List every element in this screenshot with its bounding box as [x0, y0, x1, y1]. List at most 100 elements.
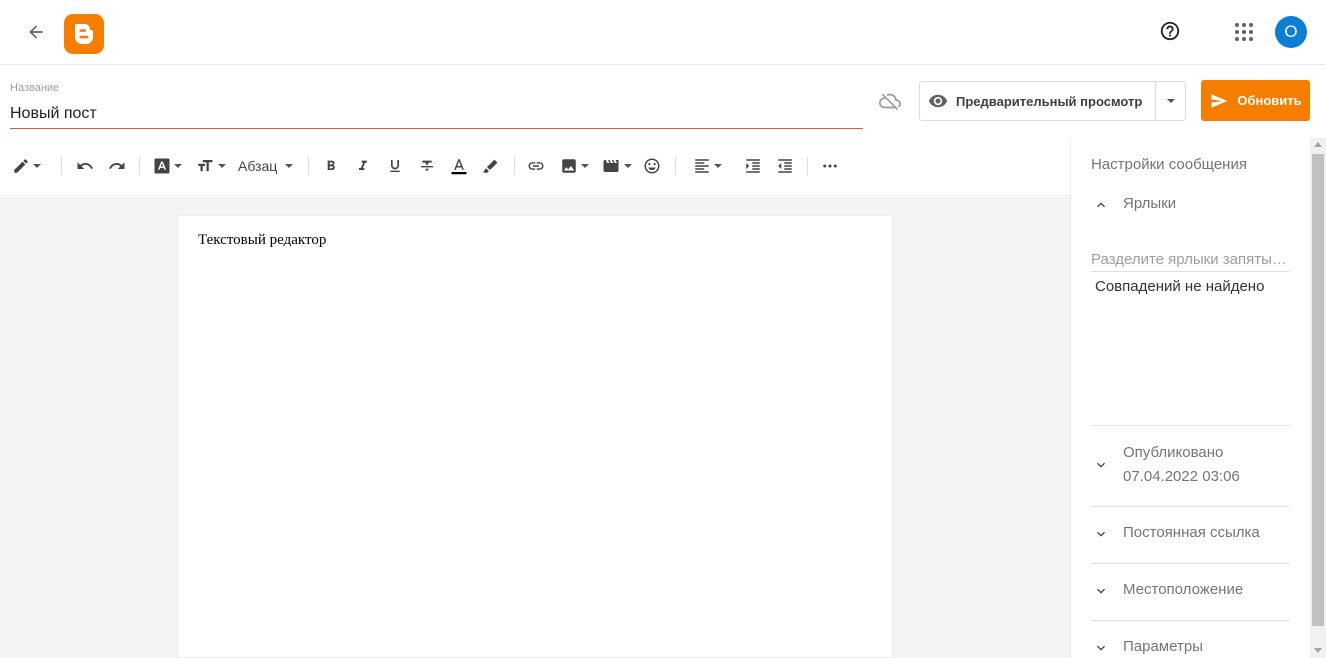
preview-button[interactable]: Предварительный просмотр	[920, 82, 1155, 120]
options-section-header[interactable]: Параметры	[1091, 638, 1290, 658]
emoji-icon	[644, 158, 660, 174]
post-title-label: Название	[10, 82, 60, 94]
post-settings-sidebar: Настройки сообщения Ярлыки Совпадений не…	[1070, 138, 1310, 658]
outdent-icon	[778, 159, 792, 173]
scroll-down-arrow-icon[interactable]	[1314, 648, 1322, 653]
video-icon	[603, 160, 619, 172]
scroll-up-arrow-icon[interactable]	[1314, 142, 1322, 147]
toolbar-divider	[675, 157, 676, 175]
outdent-button[interactable]	[776, 152, 794, 180]
more-options-button[interactable]	[821, 152, 839, 180]
redo-button[interactable]	[108, 152, 126, 180]
undo-button[interactable]	[76, 152, 94, 180]
send-icon	[1211, 93, 1228, 108]
align-button[interactable]	[693, 152, 722, 180]
redo-icon	[109, 162, 125, 169]
editor-toolbar: Абзац	[0, 138, 1070, 196]
cloud-off-icon	[876, 88, 904, 114]
section-divider	[1091, 425, 1290, 426]
font-button[interactable]	[153, 152, 182, 180]
published-section-text: Опубликовано 07.04.2022 03:06	[1123, 441, 1240, 489]
help-button[interactable]	[1154, 15, 1186, 47]
permalink-section-header[interactable]: Постоянная ссылка	[1091, 524, 1290, 544]
bold-icon	[327, 160, 335, 170]
section-divider	[1091, 563, 1290, 564]
blogger-logo[interactable]	[64, 14, 104, 54]
labels-section-header[interactable]: Ярлыки	[1091, 195, 1290, 215]
post-title-input[interactable]	[10, 102, 863, 126]
preview-label: Предварительный просмотр	[956, 93, 1143, 109]
published-datetime: 07.04.2022 03:06	[1123, 468, 1240, 485]
chevron-up-icon	[1091, 195, 1111, 215]
insert-emoji-button[interactable]	[643, 152, 661, 180]
text-color-button[interactable]	[450, 152, 468, 180]
highlight-icon	[483, 159, 498, 173]
labels-no-match-text: Совпадений не найдено	[1095, 278, 1265, 295]
compose-mode-button[interactable]	[12, 152, 41, 180]
caret-down-icon	[33, 164, 41, 168]
top-bar: O	[0, 0, 1326, 65]
preview-button-group: Предварительный просмотр	[919, 81, 1186, 121]
section-divider	[1091, 506, 1290, 507]
insert-image-button[interactable]	[560, 152, 589, 180]
highlight-button[interactable]	[482, 152, 500, 180]
align-left-icon	[695, 159, 709, 173]
account-avatar[interactable]: O	[1275, 16, 1307, 48]
apps-grid-icon	[1235, 23, 1253, 41]
sidebar-scrollbar-thumb[interactable]	[1312, 154, 1324, 626]
paragraph-style-button[interactable]: Абзац	[238, 152, 294, 180]
editor-content[interactable]: Текстовый редактор	[198, 232, 326, 249]
post-title-field: Название	[10, 80, 863, 129]
more-horiz-icon	[823, 164, 837, 168]
paragraph-style-label: Абзац	[238, 158, 278, 174]
pencil-icon	[14, 159, 28, 173]
toolbar-divider	[807, 157, 808, 175]
update-button[interactable]: Обновить	[1201, 80, 1310, 121]
chevron-down-icon	[1091, 638, 1111, 658]
italic-icon	[359, 160, 367, 170]
published-label: Опубликовано	[1123, 444, 1224, 461]
font-size-button[interactable]	[195, 152, 226, 180]
toolbar-divider	[514, 157, 515, 175]
options-label: Параметры	[1123, 638, 1203, 655]
chevron-down-icon	[1091, 524, 1111, 544]
apps-button[interactable]	[1228, 16, 1260, 48]
published-section-header[interactable]: Опубликовано 07.04.2022 03:06	[1091, 441, 1290, 489]
location-label: Местоположение	[1123, 581, 1244, 598]
bold-button[interactable]	[323, 152, 339, 180]
underline-button[interactable]	[387, 152, 403, 180]
strikethrough-button[interactable]	[419, 152, 435, 180]
link-icon	[528, 162, 544, 170]
editor-page[interactable]: Текстовый редактор	[177, 215, 893, 658]
chevron-down-icon	[1091, 455, 1111, 475]
chevron-down-icon	[1091, 581, 1111, 601]
font-size-icon	[198, 160, 213, 172]
caret-down-icon	[714, 164, 722, 168]
arrow-back-icon	[29, 25, 43, 39]
section-divider	[1091, 620, 1290, 621]
insert-video-button[interactable]	[601, 152, 632, 180]
caret-down-icon	[285, 164, 294, 168]
caret-down-icon	[1166, 99, 1175, 103]
font-icon	[154, 158, 170, 174]
toolbar-divider	[61, 157, 62, 175]
text-color-icon	[451, 159, 467, 175]
caret-down-icon	[174, 164, 182, 168]
labels-input[interactable]	[1091, 248, 1290, 272]
post-settings-title: Настройки сообщения	[1091, 156, 1247, 173]
italic-button[interactable]	[355, 152, 371, 180]
indent-button[interactable]	[744, 152, 762, 180]
help-icon	[1160, 21, 1180, 41]
caret-down-icon	[624, 164, 632, 168]
strikethrough-icon	[421, 160, 433, 171]
preview-dropdown-button[interactable]	[1155, 82, 1185, 120]
labels-section-label: Ярлыки	[1123, 195, 1177, 212]
back-button[interactable]	[20, 16, 52, 48]
update-label: Обновить	[1237, 93, 1302, 108]
undo-icon	[77, 162, 93, 169]
image-icon	[562, 159, 576, 173]
link-button[interactable]	[527, 152, 545, 180]
toolbar-divider	[308, 157, 309, 175]
location-section-header[interactable]: Местоположение	[1091, 581, 1290, 601]
toolbar-divider	[139, 157, 140, 175]
